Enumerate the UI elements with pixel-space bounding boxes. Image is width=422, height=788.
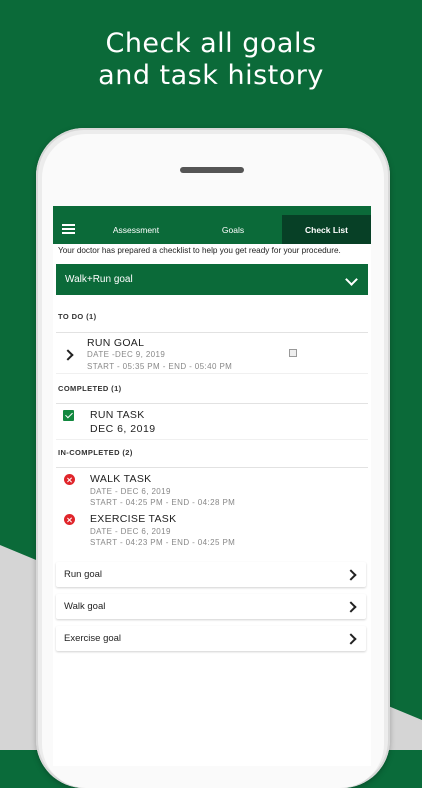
task-date: DATE - DEC 6, 2019 — [90, 527, 171, 536]
divider — [56, 467, 368, 468]
menu-icon[interactable] — [62, 224, 75, 234]
phone-speaker — [180, 167, 244, 173]
top-navbar: Assessment Goals Check List — [53, 206, 371, 244]
task-date: DEC 6, 2019 — [90, 423, 156, 435]
tab-assessment[interactable]: Assessment — [101, 216, 171, 244]
goal-list-item-exercise[interactable]: Exercise goal — [56, 626, 366, 651]
check-icon — [63, 410, 74, 421]
goal-selector-label: Walk+Run goal — [65, 274, 133, 285]
headline-line-1: Check all goals — [105, 28, 317, 59]
task-time: START - 04:23 PM - END - 04:25 PM — [90, 538, 236, 547]
task-date: DATE -DEC 9, 2019 — [87, 350, 166, 359]
x-circle-icon — [64, 474, 75, 485]
task-title: WALK TASK — [90, 473, 152, 485]
task-time: START - 05:35 PM - END - 05:40 PM — [87, 362, 233, 371]
task-date: DATE - DEC 6, 2019 — [90, 487, 171, 496]
section-incompleted-label: IN-COMPLETED (2) — [58, 448, 133, 457]
chevron-right-icon — [345, 569, 357, 581]
tab-goals[interactable]: Goals — [203, 216, 263, 244]
goal-list-label: Exercise goal — [64, 633, 122, 644]
chevron-right-icon — [345, 601, 357, 613]
chevron-right-icon[interactable] — [62, 349, 74, 361]
headline: Check all goals and task history — [0, 28, 422, 92]
app-screen: Assessment Goals Check List Your doctor … — [53, 206, 371, 766]
chevron-right-icon — [345, 633, 357, 645]
section-completed-label: COMPLETED (1) — [58, 384, 122, 393]
goal-selector[interactable]: Walk+Run goal — [56, 264, 368, 295]
divider — [56, 373, 368, 374]
divider — [56, 332, 368, 333]
task-time: START - 04:25 PM - END - 04:28 PM — [90, 498, 236, 507]
checkbox-icon[interactable] — [289, 349, 297, 357]
goal-list-item-run[interactable]: Run goal — [56, 562, 366, 587]
chevron-down-icon — [345, 273, 358, 286]
task-title: EXERCISE TASK — [90, 513, 177, 525]
goal-list-label: Run goal — [64, 569, 103, 580]
intro-text: Your doctor has prepared a checklist to … — [58, 246, 341, 255]
divider — [56, 439, 368, 440]
goal-list-label: Walk goal — [64, 601, 106, 612]
task-title: RUN TASK — [90, 409, 145, 421]
headline-line-2: and task history — [98, 60, 324, 91]
section-todo-label: TO DO (1) — [58, 312, 97, 321]
tab-check-list[interactable]: Check List — [282, 215, 371, 244]
goal-list-item-walk[interactable]: Walk goal — [56, 594, 366, 619]
divider — [56, 403, 368, 404]
x-circle-icon — [64, 514, 75, 525]
task-title: RUN GOAL — [87, 337, 145, 349]
